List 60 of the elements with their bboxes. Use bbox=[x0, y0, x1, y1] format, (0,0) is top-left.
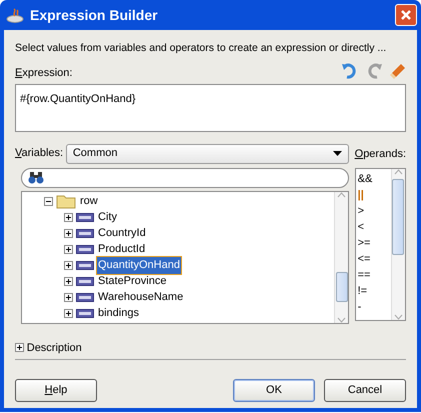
search-field[interactable] bbox=[21, 168, 350, 188]
operand-item[interactable]: > bbox=[356, 202, 391, 218]
expand-icon[interactable] bbox=[64, 277, 73, 286]
attribute-icon bbox=[76, 213, 94, 222]
dialog-button[interactable]: Cancel bbox=[324, 379, 406, 402]
expand-icon[interactable] bbox=[64, 213, 73, 222]
operand-item[interactable]: && bbox=[356, 170, 391, 186]
tree-item[interactable]: WarehouseName bbox=[97, 289, 184, 306]
expression-field[interactable]: #{row.QuantityOnHand} bbox=[15, 84, 406, 132]
scrollbar-thumb[interactable] bbox=[336, 272, 348, 302]
variables-dropdown[interactable]: Common bbox=[66, 144, 350, 164]
scroll-down-icon[interactable] bbox=[394, 314, 403, 320]
window-title: Expression Builder bbox=[30, 6, 158, 25]
scroll-up-icon[interactable] bbox=[337, 192, 346, 198]
scrollbar[interactable] bbox=[334, 192, 348, 322]
expand-icon[interactable] bbox=[64, 229, 73, 238]
collapse-icon[interactable] bbox=[44, 197, 53, 206]
folder-icon bbox=[56, 194, 76, 209]
operand-item[interactable]: >= bbox=[356, 234, 391, 250]
operands-label: Operands: bbox=[354, 146, 406, 162]
operand-item[interactable]: <= bbox=[356, 250, 391, 266]
attribute-icon bbox=[76, 293, 94, 302]
scrollbar-thumb[interactable] bbox=[392, 178, 404, 254]
expand-icon[interactable] bbox=[64, 245, 73, 254]
attribute-icon bbox=[76, 261, 94, 270]
operand-item[interactable]: == bbox=[356, 266, 391, 282]
scrollbar[interactable] bbox=[390, 168, 405, 320]
dialog-button[interactable]: Help bbox=[15, 379, 97, 402]
description-toggle[interactable]: Description bbox=[26, 340, 82, 356]
variables-label: Variables: bbox=[15, 146, 64, 162]
expand-icon[interactable] bbox=[64, 293, 73, 302]
attribute-icon bbox=[76, 245, 94, 254]
scroll-up-icon[interactable] bbox=[394, 168, 403, 174]
instruction-text: Select values from variables and operators to create an expression or directly ... bbox=[15, 41, 388, 56]
operand-item[interactable]: < bbox=[356, 218, 391, 234]
tree-item[interactable]: row bbox=[79, 193, 99, 210]
dropdown-arrow-icon bbox=[333, 151, 342, 156]
app-icon bbox=[6, 7, 24, 23]
expand-icon[interactable] bbox=[64, 309, 73, 318]
close-icon bbox=[400, 9, 412, 21]
attribute-icon bbox=[76, 277, 94, 286]
binoculars-icon bbox=[28, 171, 44, 184]
tree-item[interactable]: QuantityOnHand bbox=[97, 257, 181, 274]
tree-item[interactable]: CountryId bbox=[97, 225, 147, 242]
eraser-icon[interactable] bbox=[388, 62, 406, 79]
operand-item[interactable]: || bbox=[356, 186, 391, 202]
expression-label: Expression: bbox=[15, 66, 72, 81]
tree-item[interactable]: StateProvince bbox=[97, 273, 168, 290]
scroll-down-icon[interactable] bbox=[337, 316, 346, 322]
operand-item[interactable]: != bbox=[356, 282, 391, 298]
expand-icon[interactable] bbox=[15, 343, 24, 352]
close-button[interactable] bbox=[395, 4, 417, 26]
tree-item[interactable]: ProductId bbox=[97, 241, 146, 258]
expand-icon[interactable] bbox=[64, 261, 73, 270]
attribute-icon bbox=[76, 229, 94, 238]
dialog-button[interactable]: OK bbox=[233, 379, 315, 402]
attribute-icon bbox=[76, 309, 94, 318]
tree-item[interactable]: bindings bbox=[97, 305, 140, 322]
tree-item[interactable]: City bbox=[97, 209, 118, 226]
operand-item[interactable]: - bbox=[356, 298, 391, 314]
